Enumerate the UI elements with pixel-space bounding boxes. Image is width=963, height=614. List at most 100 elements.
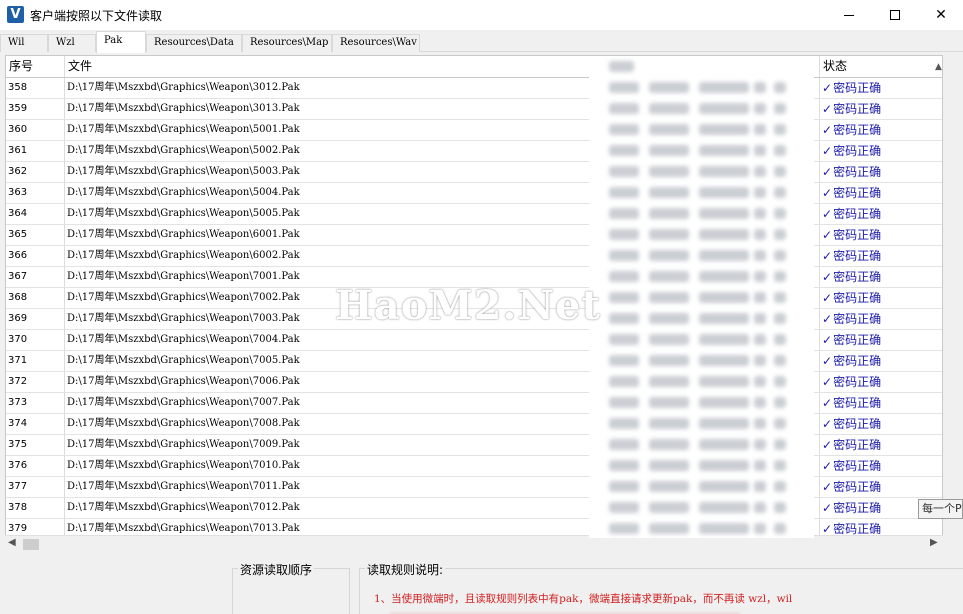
status-text: 密码正确	[833, 81, 882, 95]
status-text: 密码正确	[833, 102, 882, 116]
check-icon: ✓	[822, 333, 833, 347]
tab-wzl[interactable]: Wzl	[48, 34, 96, 52]
tooltip: 每一个P	[918, 499, 963, 519]
row-number: 364	[6, 204, 65, 224]
status-cell: ✓密码正确	[819, 372, 942, 392]
status-text: 密码正确	[833, 417, 882, 431]
scroll-left-icon[interactable]: ◀	[8, 537, 16, 548]
status-text: 密码正确	[833, 333, 882, 347]
file-path: D:\17周年\Mszxbd\Graphics\Weapon\5005.Pak	[67, 208, 300, 219]
column-header-no[interactable]: 序号	[6, 56, 65, 77]
check-icon: ✓	[822, 312, 833, 326]
scroll-right-icon[interactable]: ▶	[930, 537, 938, 548]
status-text: 密码正确	[833, 522, 882, 536]
file-path: D:\17周年\Mszxbd\Graphics\Weapon\3012.Pak	[67, 82, 300, 93]
obscured-row	[589, 161, 814, 182]
check-icon: ✓	[822, 270, 833, 284]
tab-wil[interactable]: Wil	[0, 34, 48, 52]
minimize-button[interactable]	[826, 0, 872, 30]
row-number: 371	[6, 351, 65, 371]
maximize-button[interactable]	[872, 0, 918, 30]
file-path: D:\17周年\Mszxbd\Graphics\Weapon\5003.Pak	[67, 166, 300, 177]
file-path: D:\17周年\Mszxbd\Graphics\Weapon\6002.Pak	[67, 250, 300, 261]
check-icon: ✓	[822, 375, 833, 389]
file-path: D:\17周年\Mszxbd\Graphics\Weapon\5004.Pak	[67, 187, 300, 198]
file-path: D:\17周年\Mszxbd\Graphics\Weapon\7008.Pak	[67, 418, 300, 429]
obscured-row	[589, 119, 814, 140]
status-text: 密码正确	[833, 375, 882, 389]
tab-resources-wav[interactable]: Resources\Wav	[332, 34, 420, 52]
check-icon: ✓	[822, 102, 833, 116]
file-path: D:\17周年\Mszxbd\Graphics\Weapon\7007.Pak	[67, 397, 300, 408]
app-icon: V	[7, 6, 24, 23]
file-path: D:\17周年\Mszxbd\Graphics\Weapon\7005.Pak	[67, 355, 300, 366]
scroll-up-icon[interactable]: ▲	[935, 62, 942, 72]
rule-text: 1、当使用微端时，且读取规则列表中有pak，微端直接请求更新pak，而不再读 w…	[374, 593, 793, 605]
check-icon: ✓	[822, 354, 833, 368]
check-icon: ✓	[822, 459, 833, 473]
obscured-row	[589, 329, 814, 350]
column-header-file[interactable]: 文件	[65, 56, 592, 77]
status-text: 密码正确	[833, 480, 882, 494]
status-cell: ✓密码正确	[819, 456, 942, 476]
tab-resources-data[interactable]: Resources\Data	[146, 34, 242, 52]
close-button[interactable]: ✕	[918, 0, 963, 30]
status-cell: ✓密码正确	[819, 309, 942, 329]
obscured-row	[589, 77, 814, 98]
file-path: D:\17周年\Mszxbd\Graphics\Weapon\6001.Pak	[67, 229, 300, 240]
row-number: 370	[6, 330, 65, 350]
check-icon: ✓	[822, 165, 833, 179]
scrollbar-thumb[interactable]	[23, 539, 39, 550]
status-cell: ✓密码正确	[819, 435, 942, 455]
check-icon: ✓	[822, 522, 833, 536]
obscured-row	[589, 497, 814, 518]
obscured-row	[589, 266, 814, 287]
status-text: 密码正确	[833, 228, 882, 242]
obscured-column	[589, 56, 814, 538]
window-title: 客户端按照以下文件读取	[30, 9, 163, 23]
obscured-row	[589, 350, 814, 371]
row-number: 374	[6, 414, 65, 434]
status-text: 密码正确	[833, 144, 882, 158]
obscured-row	[589, 518, 814, 538]
obscured-row	[589, 371, 814, 392]
check-icon: ✓	[822, 438, 833, 452]
check-icon: ✓	[822, 123, 833, 137]
obscured-row	[589, 245, 814, 266]
file-path: D:\17周年\Mszxbd\Graphics\Weapon\7010.Pak	[67, 460, 300, 471]
read-order-label: 资源读取顺序	[238, 561, 315, 578]
status-cell: ✓密码正确	[819, 267, 942, 287]
tab-resources-map[interactable]: Resources\Map	[242, 34, 332, 52]
column-header-status[interactable]: 状态	[819, 56, 942, 77]
status-cell: ✓密码正确	[819, 99, 942, 119]
status-text: 密码正确	[833, 165, 882, 179]
check-icon: ✓	[822, 81, 833, 95]
obscured-row	[589, 413, 814, 434]
row-number: 363	[6, 183, 65, 203]
status-cell: ✓密码正确	[819, 120, 942, 140]
status-cell: ✓密码正确	[819, 351, 942, 371]
check-icon: ✓	[822, 144, 833, 158]
status-text: 密码正确	[833, 270, 882, 284]
obscured-row	[589, 287, 814, 308]
status-text: 密码正确	[833, 396, 882, 410]
obscured-header	[589, 56, 814, 77]
row-number: 367	[6, 267, 65, 287]
row-number: 376	[6, 456, 65, 476]
file-path: D:\17周年\Mszxbd\Graphics\Weapon\5001.Pak	[67, 124, 300, 135]
status-text: 密码正确	[833, 291, 882, 305]
row-number: 359	[6, 99, 65, 119]
status-cell: ✓密码正确	[819, 204, 942, 224]
bottom-panel: 资源读取顺序 读取规则说明: 1、当使用微端时，且读取规则列表中有pak，微端直…	[0, 555, 963, 614]
row-number: 372	[6, 372, 65, 392]
status-cell: ✓密码正确	[819, 162, 942, 182]
status-text: 密码正确	[833, 123, 882, 137]
obscured-row	[589, 308, 814, 329]
close-icon: ✕	[935, 7, 947, 23]
minimize-icon	[844, 14, 854, 16]
tab-pak[interactable]: Pak	[96, 31, 146, 53]
file-path: D:\17周年\Mszxbd\Graphics\Weapon\7006.Pak	[67, 376, 300, 387]
row-number: 362	[6, 162, 65, 182]
row-number: 377	[6, 477, 65, 497]
file-path: D:\17周年\Mszxbd\Graphics\Weapon\7012.Pak	[67, 502, 300, 513]
